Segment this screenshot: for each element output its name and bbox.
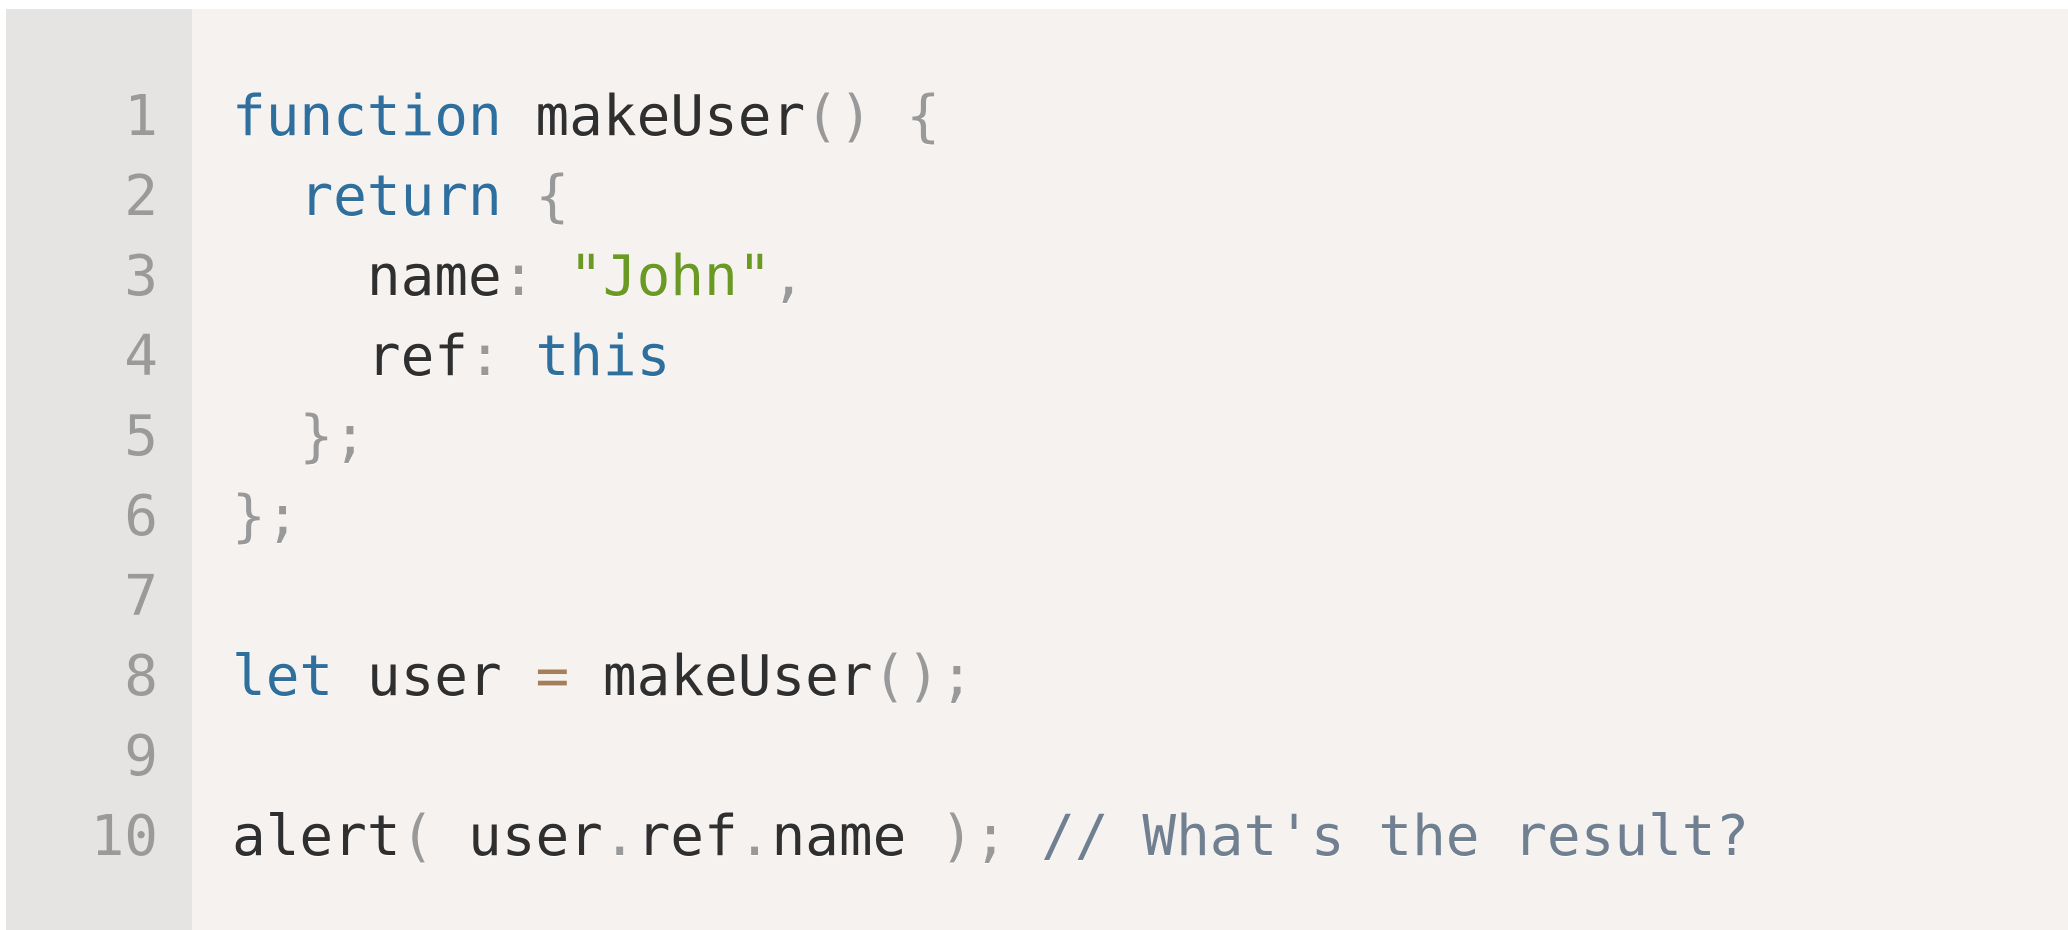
code-token-plain: makeUser [569, 644, 873, 709]
code-token-plain: ref [636, 804, 738, 869]
code-token-plain: user [333, 644, 536, 709]
code-line: alert( user.ref.name ); // What's the re… [232, 797, 2068, 877]
line-number: 4 [124, 324, 158, 389]
code-token-operator: = [535, 644, 570, 709]
code-token-punct: { [906, 84, 941, 149]
code-token-punct: . [602, 804, 637, 869]
code-block: 1 2 3 4 5 6 7 8 9 10 function makeUser() { return… [6, 9, 2068, 930]
code-token-punct: () [805, 84, 873, 149]
code-content[interactable]: function makeUser() { return { name: "Jo… [192, 9, 2068, 930]
code-token-punct: (); [872, 644, 974, 709]
code-token-punct: : [501, 244, 536, 309]
code-token-plain: user [434, 804, 603, 869]
code-token-plain: name [232, 244, 502, 309]
code-token-punct: { [535, 164, 570, 229]
line-number: 9 [124, 724, 158, 789]
code-token-plain: alert [232, 804, 401, 869]
code-token-punct: . [737, 804, 772, 869]
code-token-punct: ); [940, 804, 1008, 869]
code-line: ref: this [232, 317, 2068, 397]
code-token-keyword: this [535, 324, 671, 389]
line-number: 7 [124, 564, 158, 629]
code-token-string: "John" [569, 244, 772, 309]
code-token-plain: makeUser [501, 84, 806, 149]
line-number: 8 [124, 644, 158, 709]
line-number: 3 [124, 244, 158, 309]
code-line: function makeUser() { [232, 77, 2068, 157]
code-line: let user = makeUser(); [232, 637, 2068, 717]
line-number-gutter: 1 2 3 4 5 6 7 8 9 10 [6, 9, 192, 930]
code-token-plain: ref [232, 324, 469, 389]
code-token-keyword: return [299, 164, 502, 229]
code-token-keyword: function [232, 84, 502, 149]
code-token-punct: }; [299, 404, 367, 469]
code-line: name: "John", [232, 237, 2068, 317]
line-number: 10 [90, 804, 158, 869]
code-token-punct: ( [400, 804, 435, 869]
code-token-punct: : [468, 324, 502, 389]
code-token-plain: name [771, 804, 941, 869]
line-number: 2 [124, 164, 158, 229]
code-line: }; [232, 477, 2068, 557]
code-token-keyword: let [232, 644, 334, 709]
code-line: return { [232, 157, 2068, 237]
code-token-comment: // What's the result? [1041, 804, 1750, 869]
line-number: 6 [124, 484, 158, 549]
code-token-punct: , [771, 244, 806, 309]
code-token-punct: }; [232, 484, 300, 549]
line-number: 1 [124, 84, 158, 149]
code-line: }; [232, 397, 2068, 477]
line-number: 5 [124, 404, 158, 469]
